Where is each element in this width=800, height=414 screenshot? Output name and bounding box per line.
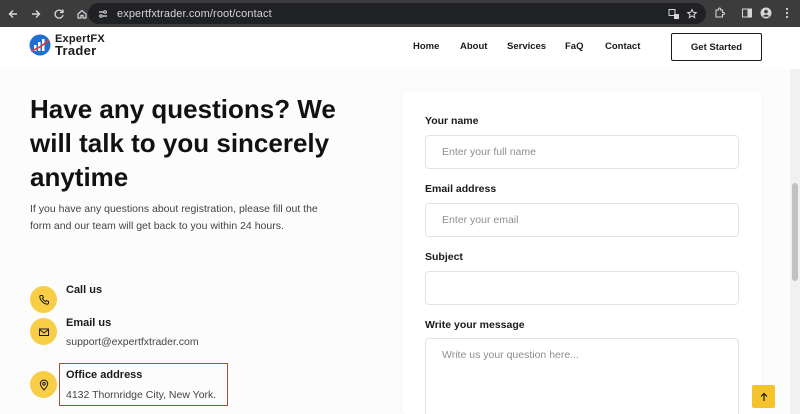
nav-faq[interactable]: FaQ: [565, 41, 583, 52]
office-address-title: Office address: [66, 369, 143, 381]
name-label: Your name: [425, 115, 479, 127]
browser-toolbar: expertfxtrader.com/root/contact: [0, 0, 800, 27]
name-input[interactable]: [425, 135, 739, 169]
scrollbar-thumb[interactable]: [792, 183, 798, 281]
phone-icon: [30, 286, 57, 313]
page-title: Have any questions? We will talk to you …: [30, 94, 336, 192]
reload-icon[interactable]: [49, 4, 69, 24]
back-arrow-icon[interactable]: [3, 4, 23, 24]
url-text[interactable]: expertfxtrader.com/root/contact: [117, 8, 272, 20]
back-to-top-button[interactable]: [752, 385, 775, 408]
nav-contact[interactable]: Contact: [605, 41, 640, 52]
forward-arrow-icon[interactable]: [26, 4, 46, 24]
get-started-button[interactable]: Get Started: [671, 33, 762, 61]
extensions-icon[interactable]: [710, 4, 728, 22]
email-label: Email address: [425, 183, 497, 195]
support-email[interactable]: support@expertfxtrader.com: [66, 336, 199, 348]
mail-icon: [30, 318, 57, 345]
logo-text-line2: Trader: [55, 43, 97, 58]
nav-home[interactable]: Home: [413, 41, 439, 52]
subject-label: Subject: [425, 251, 463, 263]
profile-icon[interactable]: [757, 4, 775, 22]
bookmark-star-icon[interactable]: [684, 6, 700, 22]
location-pin-icon: [30, 371, 57, 398]
subject-input[interactable]: [425, 271, 739, 305]
intro-text: If you have any questions about registra…: [30, 203, 318, 232]
email-us-title: Email us: [66, 317, 112, 329]
side-panel-icon[interactable]: [738, 4, 756, 22]
nav-about[interactable]: About: [460, 41, 487, 52]
arrow-up-icon: [760, 392, 767, 401]
site-logo[interactable]: ExpertFX Trader: [29, 34, 105, 58]
menu-kebab-icon[interactable]: [778, 4, 796, 22]
site-header: ExpertFX Trader Home About Services FaQ …: [0, 27, 800, 69]
message-label: Write your message: [425, 319, 525, 331]
logo-chart-icon: [29, 34, 51, 56]
translate-icon[interactable]: [666, 6, 682, 22]
site-settings-icon[interactable]: [95, 6, 111, 22]
nav-services[interactable]: Services: [507, 41, 546, 52]
message-textarea[interactable]: [425, 338, 739, 414]
email-input[interactable]: [425, 203, 739, 237]
call-us-title: Call us: [66, 284, 103, 296]
office-address-value: 4132 Thornridge City, New York.: [66, 389, 217, 401]
address-bar[interactable]: expertfxtrader.com/root/contact: [88, 3, 706, 24]
page-scrollbar[interactable]: [790, 69, 800, 414]
